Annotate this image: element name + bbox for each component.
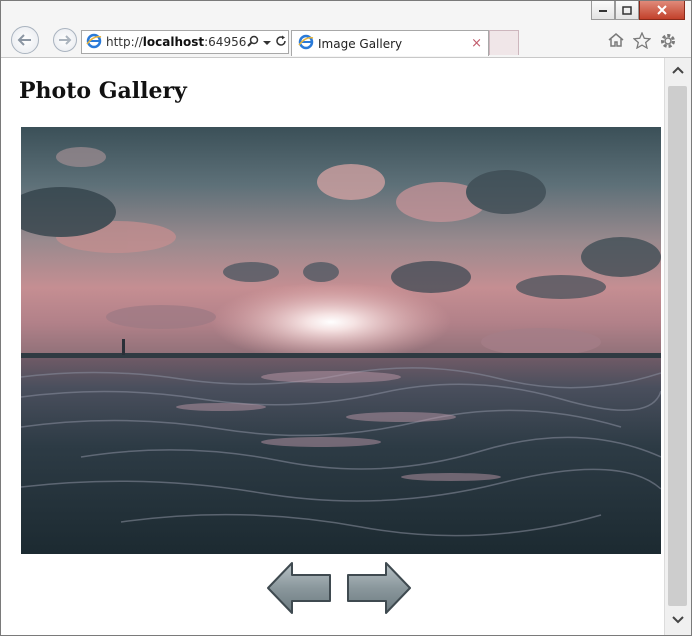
ie-page-icon — [86, 33, 102, 52]
previous-button[interactable] — [266, 561, 332, 619]
toolbar-icons — [607, 31, 677, 55]
star-icon[interactable] — [632, 31, 652, 55]
forward-button[interactable] — [53, 28, 77, 52]
page-content: Photo Gallery — [1, 58, 664, 635]
address-host: localhost — [142, 35, 205, 49]
gear-icon[interactable] — [659, 32, 677, 55]
search-icon[interactable] — [246, 35, 260, 50]
next-button[interactable] — [346, 561, 412, 619]
address-rest: :64956/I — [204, 35, 246, 49]
scroll-up-icon[interactable] — [670, 64, 686, 77]
refresh-icon[interactable] — [274, 35, 288, 50]
gallery-image — [21, 127, 661, 554]
page-title: Photo Gallery — [19, 78, 187, 104]
dropdown-icon[interactable] — [260, 35, 274, 49]
home-icon[interactable] — [607, 32, 625, 55]
tab-image-gallery[interactable]: Image Gallery × — [291, 30, 489, 56]
close-button[interactable] — [639, 1, 685, 20]
maximize-button[interactable] — [615, 1, 639, 20]
back-button[interactable] — [11, 26, 39, 54]
right-arrow-icon — [347, 562, 411, 614]
back-icon — [17, 34, 31, 46]
tab-close-icon[interactable]: × — [471, 36, 482, 51]
minimize-button[interactable] — [591, 1, 615, 20]
address-text[interactable]: http://localhost:64956/I — [106, 35, 246, 49]
forward-icon — [59, 35, 72, 45]
browser-window: http://localhost:64956/I Image Gallery × — [0, 0, 692, 636]
tab-title: Image Gallery — [318, 36, 403, 51]
vertical-scrollbar[interactable] — [664, 58, 691, 635]
left-arrow-icon — [267, 562, 331, 614]
ie-tab-icon — [298, 34, 314, 53]
address-bar[interactable]: http://localhost:64956/I — [81, 30, 289, 54]
scroll-down-icon[interactable] — [670, 614, 686, 627]
address-prefix: http:// — [106, 35, 143, 49]
scrollbar-thumb[interactable] — [668, 86, 687, 606]
browser-chrome: http://localhost:64956/I Image Gallery × — [1, 1, 691, 58]
new-tab-button[interactable] — [489, 30, 519, 55]
window-controls — [591, 1, 685, 20]
